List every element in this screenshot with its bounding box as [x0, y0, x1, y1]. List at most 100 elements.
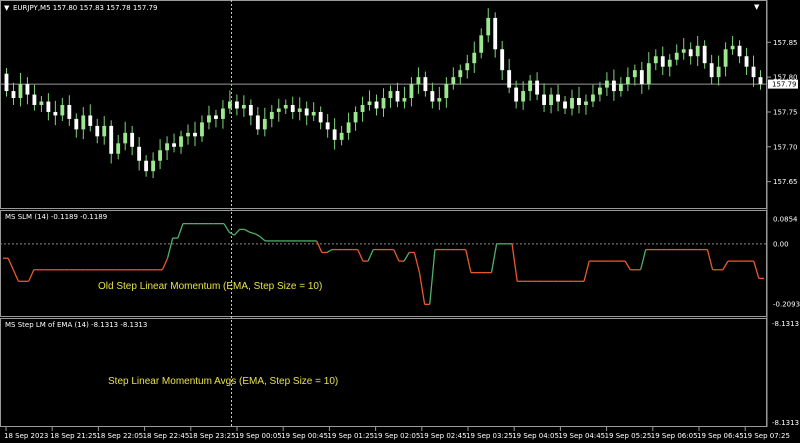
candle-body [723, 49, 728, 67]
price-tick-label: 157.75 [773, 108, 798, 116]
time-tick-label: 19 Sep 05:25 [605, 432, 652, 440]
candle-body [221, 108, 225, 119]
candle-body [151, 160, 156, 172]
price-tick-label: 157.70 [773, 143, 798, 151]
indicator2-panel[interactable] [0, 318, 767, 427]
candle-body [604, 80, 609, 88]
trading-chart[interactable]: ▼ EURJPY,M5 157.80 157.83 157.78 157.79 … [0, 0, 800, 443]
candle-body [730, 45, 735, 50]
ind1-tick-label: -0.2093 [773, 301, 800, 309]
candle-body [444, 84, 449, 99]
candle-body [200, 122, 204, 137]
candle-body [207, 115, 211, 123]
candle-body [11, 91, 16, 99]
candle-body [667, 59, 672, 67]
candle-body [570, 98, 574, 109]
ind1-tick-label: 0.00 [773, 240, 789, 248]
candle-body [556, 94, 560, 102]
time-tick-label: 19 Sep 07:25 [743, 432, 790, 440]
candle-body [716, 66, 721, 78]
candle-body [758, 77, 763, 85]
candle-body [381, 98, 386, 109]
candle-body [88, 115, 93, 126]
candle-body [688, 49, 693, 57]
candle-body [144, 160, 149, 172]
time-tick-label: 19 Sep 04:05 [512, 432, 559, 440]
time-tick-label: 18 Sep 2023 [4, 432, 48, 440]
scroll-marker-icon[interactable]: ▼ [754, 3, 760, 11]
candle-body [109, 125, 114, 154]
candle-body [283, 105, 288, 109]
candle-body [179, 136, 183, 147]
candle-body [276, 108, 281, 112]
candle-body [346, 122, 351, 133]
candle-body [262, 118, 267, 130]
time-tick-label: 19 Sep 06:05 [651, 432, 698, 440]
time-tick-label: 19 Sep 00:05 [235, 432, 282, 440]
candle-body [591, 94, 595, 102]
candle-body [395, 91, 400, 102]
time-tick-label: 19 Sep 01:25 [327, 432, 374, 440]
candle-body [709, 63, 714, 78]
candle-body [339, 132, 344, 140]
candle-body [60, 105, 65, 116]
candle-body [542, 94, 546, 105]
time-tick-label: 18 Sep 22:45 [143, 432, 190, 440]
candle-body [325, 122, 330, 130]
ind2-axis-top: -8.1313 [772, 320, 799, 328]
candle-body [158, 150, 163, 161]
price-panel-title: EURJPY,M5 157.80 157.83 157.78 157.79 [13, 4, 157, 12]
candle-body [248, 105, 253, 116]
candle-body [234, 101, 239, 109]
candle-body [255, 115, 260, 130]
time-tick-label: 19 Sep 02:05 [374, 432, 421, 440]
candle-body [353, 111, 358, 123]
candle-body [46, 101, 51, 112]
candle-body [535, 80, 540, 95]
candle-body [4, 73, 9, 92]
candle-body [486, 17, 491, 36]
candle-body [214, 115, 218, 119]
candle-body [493, 17, 498, 50]
candle-body [67, 105, 72, 119]
candle-body [660, 56, 665, 67]
candle-body [367, 101, 372, 105]
chart-menu-icon[interactable]: ▼ [4, 4, 10, 12]
candle-body [297, 108, 302, 112]
candle-body [53, 111, 58, 116]
ind2-panel-title: MS Step LM of EMA (14) -8.1313 -8.1313 [5, 321, 147, 329]
candle-body [81, 115, 86, 130]
candle-body [374, 101, 379, 109]
candle-body [639, 70, 644, 85]
ind1-axis: 0.0854 0.00 -0.2093 [773, 216, 800, 309]
candle-body [577, 98, 581, 105]
candle-body [744, 56, 749, 67]
candle-body [618, 84, 623, 92]
time-tick-label: 18 Sep 21:25 [50, 432, 97, 440]
ind2-annotation: Step Linear Momentum Avgs (EMA, Step Siz… [108, 376, 338, 387]
candle-body [681, 49, 686, 53]
candle-body [137, 146, 142, 161]
candle-body [304, 108, 309, 116]
time-axis: 18 Sep 2023 18 Sep 21:25 18 Sep 22:05 18 Se… [4, 427, 790, 440]
candle-body [74, 118, 79, 130]
indicator1-panel[interactable] [0, 210, 767, 317]
candle-body [584, 101, 588, 105]
candle-body [388, 91, 393, 99]
time-tick-label: 19 Sep 02:45 [420, 432, 467, 440]
ind1-tick-label: 0.0854 [773, 216, 798, 224]
candle-body [123, 132, 128, 144]
candle-body [25, 84, 30, 95]
candle-body [521, 91, 526, 102]
price-tick-label: 157.65 [773, 178, 798, 186]
candle-body [472, 52, 477, 64]
candle-body [172, 143, 176, 147]
time-tick-label: 19 Sep 00:45 [281, 432, 328, 440]
candle-body [430, 91, 435, 102]
candle-body [360, 105, 365, 112]
ind2-axis-bottom: -8.1313 [772, 419, 799, 427]
candle-body [193, 132, 197, 137]
candle-body [290, 105, 295, 112]
time-tick-label: 19 Sep 03:25 [466, 432, 513, 440]
candle-body [653, 56, 658, 64]
